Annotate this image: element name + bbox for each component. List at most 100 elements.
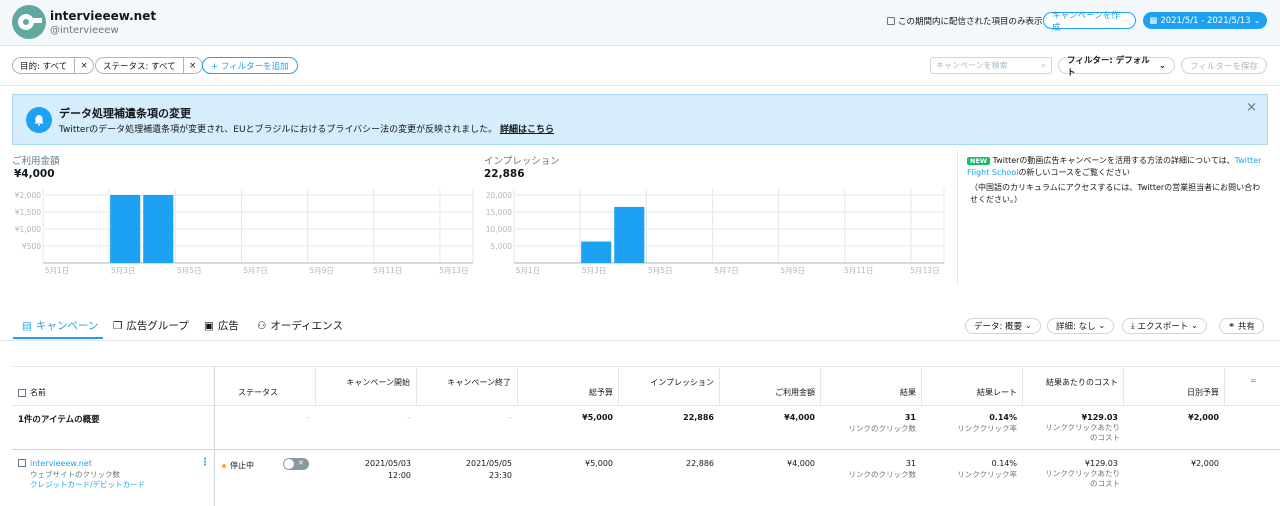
campaign-name-link[interactable]: intervieeew.net: [30, 459, 92, 468]
row-budget: ¥5,000: [585, 459, 613, 468]
x-tick-label: 5月9日: [780, 266, 805, 275]
date-range-button[interactable]: ▦ 2021/5/1 - 2021/5/13 ⌄: [1143, 12, 1267, 29]
x-tick-label: 5月3日: [582, 266, 607, 275]
tab-label: 広告: [217, 320, 239, 332]
y-tick-label: 10,000: [486, 225, 512, 234]
summary-status: –: [306, 413, 310, 422]
col-header-status[interactable]: ステータス: [238, 387, 278, 398]
col-divider: [820, 366, 821, 405]
checkbox-label: この期間内に配信された項目のみ表示: [898, 17, 1043, 27]
data-dropdown-label: データ: 概要: [974, 322, 1023, 332]
col-divider: [416, 366, 417, 405]
chip-label: ステータス: すべて: [96, 58, 184, 73]
y-tick-label: ¥1,000: [15, 225, 41, 234]
x-tick-label: 5月13日: [439, 266, 468, 275]
objective-filter-chip[interactable]: 目的: すべて ×: [12, 57, 95, 74]
col-header-impressions[interactable]: インプレッション: [644, 376, 714, 389]
col-header-result-rate[interactable]: 結果レート: [936, 387, 1017, 398]
y-tick-label: 15,000: [486, 208, 512, 217]
row-end-date: 2021/05/05: [465, 459, 512, 468]
add-filter-button[interactable]: + フィルターを追加: [202, 57, 298, 74]
col-header-budget[interactable]: 総予算: [532, 387, 613, 398]
banner-details-link[interactable]: 詳細はこちら: [500, 125, 554, 135]
row-start-time: 12:00: [387, 471, 411, 480]
only-delivered-toggle[interactable]: この期間内に配信された項目のみ表示: [887, 15, 1043, 27]
x-tick-label: 5月7日: [243, 266, 268, 275]
chevron-down-icon: ⌄: [1024, 321, 1032, 331]
checkbox[interactable]: [887, 17, 895, 25]
select-all-checkbox[interactable]: [18, 388, 26, 397]
tab-campaigns[interactable]: ▤ キャンペーン: [22, 318, 98, 333]
col-header-name[interactable]: 名前: [18, 387, 46, 398]
tab-audiences[interactable]: ⚇ オーディエンス: [257, 318, 343, 333]
col-header-start[interactable]: キャンペーン開始: [342, 376, 410, 389]
share-button[interactable]: ⚭ 共有: [1219, 318, 1264, 334]
banner-title: データ処理補遺条項の変更: [59, 107, 191, 120]
status-dot-icon: [222, 463, 226, 468]
bell-icon: [26, 107, 52, 133]
col-header-end[interactable]: キャンペーン終了: [443, 376, 511, 389]
summary-daily: ¥2,000: [1188, 413, 1219, 422]
banner-body: Twitterのデータ処理補遺条項が変更され、EUとブラジルにおけるプライバシー…: [59, 125, 498, 135]
column-menu-icon[interactable]: =: [1250, 376, 1257, 385]
spend-chart: ¥2,000 ¥1,500 ¥1,000 ¥500 5月1日 5月3日 5月5日 5月7日 5月…: [15, 189, 474, 275]
more-options-icon[interactable]: ⋮: [200, 457, 210, 468]
col-header-spend[interactable]: ご利用金額: [734, 387, 815, 398]
active-tab-indicator: [13, 337, 103, 339]
status-toggle[interactable]: ✕: [283, 458, 309, 470]
export-label: エクスポート: [1137, 322, 1189, 332]
row-impressions: 22,886: [686, 459, 714, 468]
col-divider: [921, 366, 922, 405]
close-icon[interactable]: ×: [184, 61, 202, 71]
tab-ad-groups[interactable]: ❒ 広告グループ: [113, 318, 189, 333]
y-tick-label: ¥500: [22, 242, 41, 251]
date-range-label: 2021/5/1 - 2021/5/13: [1160, 15, 1251, 26]
banner-close-icon[interactable]: ×: [1246, 100, 1257, 115]
payment-method-link[interactable]: クレジットカード/デビットカード: [30, 479, 145, 490]
data-dropdown[interactable]: データ: 概要 ⌄: [965, 318, 1041, 334]
bar: [614, 206, 645, 263]
x-tick-label: 5月5日: [177, 266, 202, 275]
col-header-results[interactable]: 結果: [835, 387, 916, 398]
y-tick-label: 5,000: [491, 242, 513, 251]
x-tick-label: 5月5日: [648, 266, 673, 275]
filter-default-dropdown[interactable]: フィルター: デフォルト ⌄: [1058, 56, 1175, 78]
row-cost-sub: リンククリックあたりのコスト: [1045, 469, 1120, 488]
summary-start: –: [407, 413, 411, 422]
status-filter-chip[interactable]: ステータス: すべて ×: [95, 57, 203, 74]
export-dropdown[interactable]: ⤓ エクスポート ⌄: [1122, 318, 1208, 334]
bar: [110, 195, 141, 263]
promo-text-2: の新しいコースをご覧ください: [1018, 168, 1131, 177]
col-divider: [315, 366, 316, 405]
create-campaign-button[interactable]: キャンペーンを作成: [1043, 11, 1136, 33]
x-tick-label: 5月9日: [309, 266, 334, 275]
tab-ads[interactable]: ▣ 広告: [204, 318, 239, 333]
row-spend: ¥4,000: [787, 459, 815, 468]
col-header-daily-budget[interactable]: 日別予算: [1138, 387, 1219, 398]
detail-dropdown[interactable]: 詳細: なし ⌄: [1047, 318, 1115, 334]
promo-text: NEW Twitterの動画広告キャンペーンを活用する方法の詳細については、Tw…: [967, 155, 1267, 179]
new-badge: NEW: [967, 157, 991, 165]
summary-results-sub: リンクのクリック数: [848, 424, 917, 433]
col-divider: [618, 366, 619, 405]
export-icon: ⤓: [1131, 321, 1135, 331]
header-border: [12, 405, 1280, 406]
share-label: 共有: [1237, 322, 1255, 332]
save-filter-button[interactable]: フィルターを保存: [1181, 57, 1267, 74]
spend-value: ¥4,000: [14, 168, 55, 180]
ad-group-icon: ❒: [113, 319, 123, 332]
chevron-down-icon: ⌄: [1098, 321, 1106, 331]
close-icon[interactable]: ×: [75, 61, 93, 71]
table-top-border: [12, 366, 1280, 367]
chevron-down-icon: ⌄: [1158, 60, 1166, 71]
col-header-cost-per[interactable]: 結果あたりのコスト: [1042, 376, 1118, 389]
promo-text-1: Twitterの動画広告キャンペーンを活用する方法の詳細については、: [992, 156, 1235, 165]
row-rate-sub: リンククリック率: [957, 470, 1017, 479]
chevron-down-icon: ⌄: [1253, 15, 1261, 26]
col-divider: [1224, 366, 1225, 405]
avatar-logo-icon: [18, 14, 42, 30]
row-checkbox[interactable]: [18, 459, 26, 467]
avatar[interactable]: [12, 5, 46, 39]
campaign-search-input[interactable]: キャンペーンを検索 ⌕: [930, 57, 1052, 74]
campaign-icon: ▤: [22, 319, 32, 332]
